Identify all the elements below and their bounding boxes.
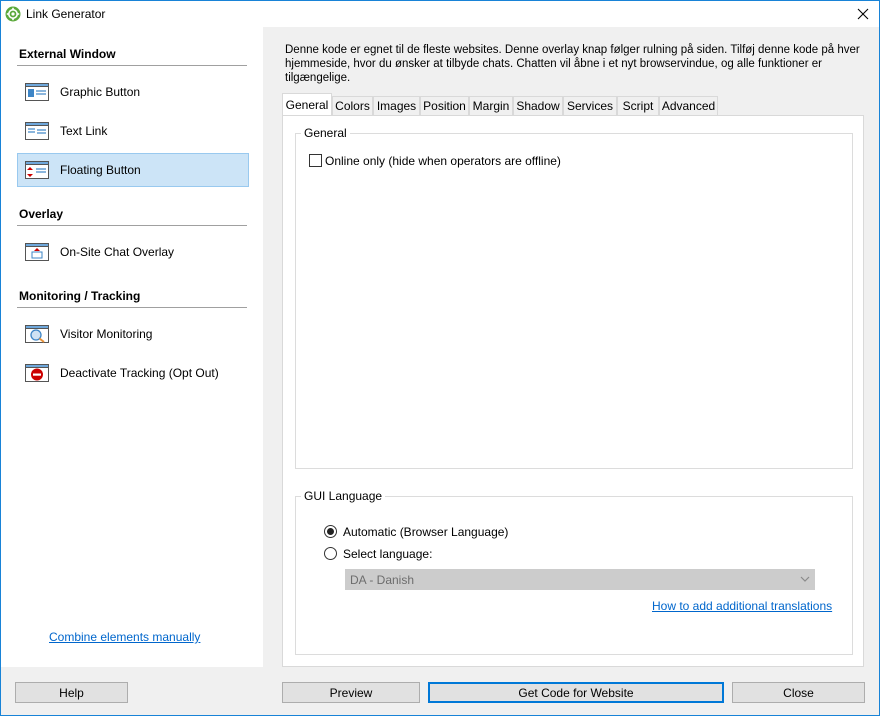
sidebar-item-label: Text Link [60, 124, 108, 138]
general-group-title: General [301, 126, 350, 140]
link-generator-window: Link Generator External Window Graphic B… [0, 0, 880, 716]
window-close-button[interactable] [847, 1, 879, 27]
online-only-checkbox[interactable] [309, 154, 322, 167]
text-link-icon [25, 122, 49, 140]
close-button[interactable]: Close [732, 682, 865, 703]
chat-overlay-icon [25, 243, 49, 261]
sidebar-item-label: Floating Button [60, 163, 141, 177]
close-icon [857, 8, 869, 20]
sidebar: External Window Graphic Button Text Link… [1, 27, 263, 667]
automatic-language-label[interactable]: Automatic (Browser Language) [343, 525, 508, 539]
tab-panel-general: General Online only (hide when operators… [282, 115, 864, 667]
section-divider [17, 307, 247, 308]
help-button[interactable]: Help [15, 682, 128, 703]
preview-button[interactable]: Preview [282, 682, 420, 703]
general-group [295, 133, 853, 469]
sidebar-item-label: Deactivate Tracking (Opt Out) [60, 366, 219, 380]
tab-shadow[interactable]: Shadow [513, 96, 563, 115]
floating-button-icon [25, 161, 49, 179]
sidebar-item-opt-out[interactable]: Deactivate Tracking (Opt Out) [17, 356, 249, 390]
tab-margin[interactable]: Margin [469, 96, 513, 115]
select-language-radio[interactable] [324, 547, 337, 560]
language-group-title: GUI Language [301, 489, 386, 503]
tab-script[interactable]: Script [617, 96, 659, 115]
section-title-monitoring: Monitoring / Tracking [19, 289, 141, 303]
section-title-external-window: External Window [19, 47, 116, 61]
tab-general[interactable]: General [282, 93, 332, 115]
visitor-monitoring-icon [25, 325, 49, 343]
sidebar-item-label: Graphic Button [60, 85, 141, 99]
language-select[interactable]: DA - Danish [345, 569, 815, 590]
opt-out-icon [25, 364, 49, 382]
graphic-button-icon [25, 83, 49, 101]
language-select-value: DA - Danish [350, 573, 415, 587]
tab-position[interactable]: Position [420, 96, 469, 115]
section-divider [17, 65, 247, 66]
app-gear-icon [5, 6, 21, 22]
window-title: Link Generator [26, 7, 106, 21]
get-code-button[interactable]: Get Code for Website [428, 682, 724, 703]
sidebar-item-label: Visitor Monitoring [60, 327, 153, 341]
combine-elements-link[interactable]: Combine elements manually [49, 630, 200, 644]
section-title-overlay: Overlay [19, 207, 64, 221]
tab-services[interactable]: Services [563, 96, 617, 115]
section-divider [17, 225, 247, 226]
sidebar-item-text-link[interactable]: Text Link [17, 114, 249, 148]
tab-advanced[interactable]: Advanced [659, 96, 718, 115]
sidebar-item-chat-overlay[interactable]: On-Site Chat Overlay [17, 235, 249, 269]
sidebar-item-label: On-Site Chat Overlay [60, 245, 175, 259]
sidebar-item-floating-button[interactable]: Floating Button [17, 153, 249, 187]
tab-images[interactable]: Images [373, 96, 420, 115]
title-bar: Link Generator [1, 1, 879, 27]
sidebar-item-graphic-button[interactable]: Graphic Button [17, 75, 249, 109]
tab-colors[interactable]: Colors [332, 96, 373, 115]
automatic-language-radio[interactable] [324, 525, 337, 538]
chevron-down-icon [800, 576, 810, 582]
sidebar-item-visitor-monitoring[interactable]: Visitor Monitoring [17, 317, 249, 351]
select-language-label[interactable]: Select language: [343, 547, 432, 561]
online-only-label[interactable]: Online only (hide when operators are off… [325, 154, 561, 168]
translations-link[interactable]: How to add additional translations [652, 599, 832, 613]
description-text: Denne kode er egnet til de fleste websit… [285, 44, 860, 84]
